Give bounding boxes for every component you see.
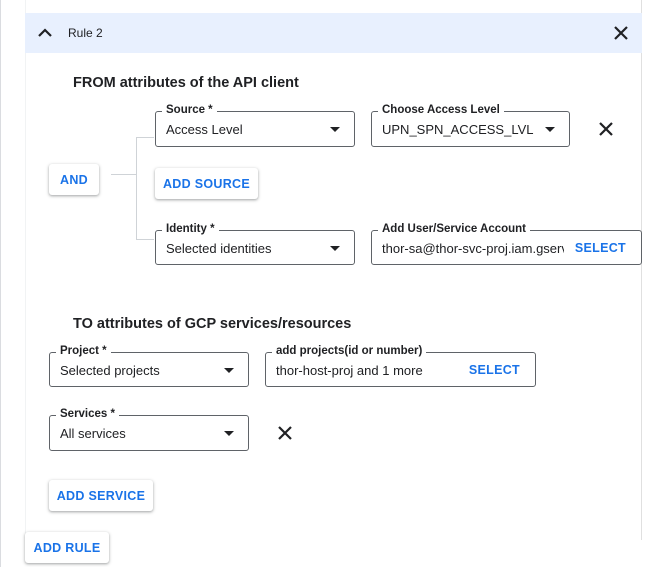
- services-label: Services *: [56, 407, 119, 421]
- services-value: All services: [60, 426, 126, 441]
- source-select[interactable]: Source * Access Level: [155, 103, 355, 147]
- identity-label: Identity *: [162, 222, 219, 236]
- identity-select[interactable]: Identity * Selected identities: [155, 222, 355, 265]
- select-account-button[interactable]: SELECT: [570, 241, 626, 255]
- rule-title: Rule 2: [68, 26, 103, 40]
- from-section-title: FROM attributes of the API client: [73, 75, 299, 91]
- source-label: Source *: [162, 103, 217, 117]
- projects-field[interactable]: add projects(id or number) thor-host-pro…: [265, 344, 536, 387]
- select-projects-button[interactable]: SELECT: [464, 363, 520, 377]
- dropdown-arrow-icon: [224, 431, 234, 436]
- identity-value: Selected identities: [166, 241, 272, 256]
- connector-line: [111, 174, 137, 175]
- account-field[interactable]: Add User/Service Account thor-sa@thor-sv…: [371, 222, 642, 265]
- services-select[interactable]: Services * All services: [49, 407, 249, 451]
- dropdown-arrow-icon: [545, 127, 555, 132]
- account-value: thor-sa@thor-svc-proj.iam.gserviceaccoun…: [382, 241, 564, 256]
- rule-header[interactable]: Rule 2: [25, 13, 642, 53]
- connector-line: [136, 137, 137, 239]
- project-value: Selected projects: [60, 363, 160, 378]
- connector-line: [136, 137, 154, 138]
- access-level-select[interactable]: Choose Access Level UPN_SPN_ACCESS_LVL a…: [371, 103, 570, 147]
- to-section-title: TO attributes of GCP services/resources: [73, 316, 352, 332]
- and-operator-button[interactable]: AND: [49, 164, 99, 195]
- chevron-up-icon[interactable]: [37, 25, 53, 41]
- projects-value: thor-host-proj and 1 more: [276, 363, 423, 378]
- dropdown-arrow-icon: [224, 368, 234, 373]
- add-service-button[interactable]: ADD SERVICE: [49, 480, 153, 511]
- add-rule-button[interactable]: ADD RULE: [25, 532, 109, 563]
- close-icon[interactable]: [613, 25, 629, 41]
- project-label: Project *: [56, 344, 111, 358]
- remove-service-icon[interactable]: [278, 426, 292, 440]
- project-select[interactable]: Project * Selected projects: [49, 344, 249, 387]
- source-value: Access Level: [166, 122, 243, 137]
- page-left-border: [0, 0, 1, 567]
- access-level-label: Choose Access Level: [378, 103, 504, 117]
- dropdown-arrow-icon: [330, 127, 340, 132]
- add-source-button[interactable]: ADD SOURCE: [155, 168, 258, 199]
- remove-source-icon[interactable]: [599, 122, 613, 136]
- account-label: Add User/Service Account: [378, 222, 531, 236]
- projects-label: add projects(id or number): [272, 344, 427, 358]
- connector-line: [136, 239, 154, 240]
- dropdown-arrow-icon: [330, 246, 340, 251]
- access-level-value: UPN_SPN_ACCESS_LVL a...: [382, 122, 534, 137]
